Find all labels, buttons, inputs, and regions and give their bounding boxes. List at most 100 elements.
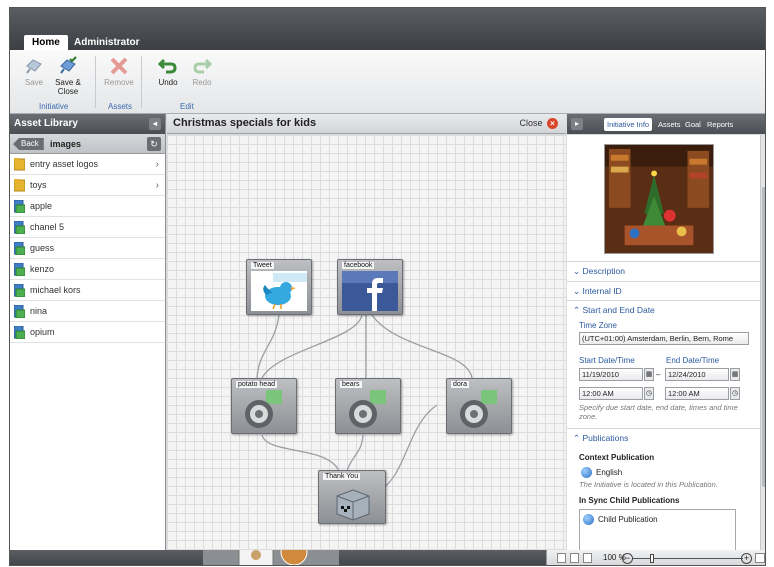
fullscreen-icon[interactable] — [755, 553, 765, 563]
time-zone-select[interactable]: (UTC+01:00) Amsterdam, Berlin, Bern, Rom… — [579, 332, 749, 345]
undo-button[interactable]: Undo — [152, 56, 184, 87]
asset-icon — [14, 305, 25, 318]
asset-icon — [14, 284, 25, 297]
item-label: toys — [30, 180, 47, 190]
child-publications-list[interactable]: Child Publication — [579, 509, 736, 550]
undo-label: Undo — [158, 78, 178, 87]
asset-list-item[interactable]: opium — [10, 322, 165, 343]
tab-administrator[interactable]: Administrator — [66, 35, 148, 51]
section-publications[interactable]: ⌃ Publications — [567, 428, 760, 446]
section-description[interactable]: ⌄ Description — [567, 261, 760, 279]
speaker-icon — [460, 390, 497, 428]
folder-navigation: Back images ↻ — [10, 134, 165, 154]
initiative-title: Christmas specials for kids — [173, 117, 317, 129]
clock-icon[interactable]: ◷ — [644, 387, 654, 400]
back-button[interactable]: Back — [13, 138, 44, 150]
main-tab-bar: Home Administrator — [10, 8, 765, 51]
child-publication-item[interactable]: Child Publication — [598, 515, 658, 524]
asset-list-item[interactable]: michael kors — [10, 280, 165, 301]
workflow-node-thank-you[interactable]: Thank You — [318, 470, 386, 524]
context-publication-label: Context Publication — [579, 453, 655, 462]
asset-library-panel: Asset Library ◂ Back images ↻ entry asse… — [10, 114, 166, 550]
tab-assets[interactable]: Assets — [655, 118, 684, 131]
remove-button[interactable]: Remove — [103, 56, 135, 87]
tab-reports[interactable]: Reports — [704, 118, 736, 131]
start-time-input[interactable]: 12:00 AM — [579, 387, 643, 400]
canvas-header: Christmas specials for kids Close × — [167, 114, 566, 134]
folder-icon — [14, 179, 25, 192]
chevron-right-icon: › — [155, 159, 159, 170]
collapse-left-button[interactable]: ◂ — [149, 118, 161, 130]
asset-list-item[interactable]: nina — [10, 301, 165, 322]
asset-list-item[interactable]: chanel 5 — [10, 217, 165, 238]
context-publication-value: English — [596, 468, 623, 477]
item-label: michael kors — [30, 285, 81, 295]
collapse-right-button[interactable]: ▸ — [571, 118, 583, 130]
facebook-logo-icon — [342, 271, 398, 311]
folder-icon — [14, 158, 25, 171]
current-folder-label: images — [50, 139, 82, 149]
redo-icon — [193, 58, 212, 74]
calendar-icon[interactable]: ▦ — [730, 368, 740, 381]
save-close-icon — [60, 56, 77, 74]
speaker-icon — [349, 390, 386, 428]
save-button[interactable]: Save — [18, 56, 50, 87]
date-range-dash: – — [656, 370, 661, 379]
start-date-label: Start Date/Time — [579, 356, 635, 365]
twitter-bird-icon — [251, 271, 307, 311]
clock-icon[interactable]: ◷ — [730, 387, 740, 400]
refresh-icon[interactable]: ↻ — [147, 137, 161, 151]
folder-list-item[interactable]: toys › — [10, 175, 165, 196]
node-label: Tweet — [251, 262, 274, 269]
workflow-node-potato-head[interactable]: potato head — [231, 378, 297, 434]
tab-initiative-info[interactable]: Initiative Info — [604, 118, 653, 131]
ribbon-toolbar: Save Save & Close Remove Undo Redo Initi… — [10, 50, 765, 114]
section-internal-id[interactable]: ⌄ Internal ID — [567, 281, 760, 299]
zoom-out-icon[interactable]: − — [622, 553, 633, 564]
workflow-canvas[interactable]: Tweet facebook potato head bears dora Th… — [167, 135, 566, 550]
in-sync-label: In Sync Child Publications — [579, 496, 680, 505]
fit-view-icon[interactable] — [583, 553, 592, 563]
properties-scrollbar[interactable] — [760, 135, 765, 550]
list-view-icon[interactable] — [570, 553, 579, 563]
workflow-node-bears[interactable]: bears — [335, 378, 401, 434]
asset-icon — [14, 263, 25, 276]
section-internal-id-label: Internal ID — [582, 286, 622, 296]
asset-list-item[interactable]: guess — [10, 238, 165, 259]
workflow-node-tweet[interactable]: Tweet — [246, 259, 312, 315]
tab-home[interactable]: Home — [24, 35, 68, 51]
node-label: dora — [451, 381, 470, 388]
save-close-label: Save & Close — [55, 78, 81, 96]
end-time-input[interactable]: 12:00 AM — [665, 387, 729, 400]
asset-list-item[interactable]: apple — [10, 196, 165, 217]
end-date-input[interactable]: 12/24/2010 — [665, 368, 729, 381]
start-date-value: 11/19/2010 — [582, 370, 619, 379]
thumbnail-strip[interactable] — [203, 538, 339, 565]
save-close-button[interactable]: Save & Close — [52, 56, 84, 96]
redo-button[interactable]: Redo — [186, 56, 218, 87]
asset-icon — [14, 326, 25, 339]
item-label: guess — [30, 243, 55, 253]
workflow-node-dora[interactable]: dora — [446, 378, 512, 434]
remove-x-icon — [110, 57, 128, 75]
scrollbar-thumb[interactable] — [762, 187, 765, 487]
group-initiative-label: Initiative — [39, 102, 69, 111]
workflow-node-facebook[interactable]: facebook — [337, 259, 403, 315]
start-date-input[interactable]: 11/19/2010 — [579, 368, 643, 381]
asset-library-header: Asset Library ◂ — [10, 114, 165, 134]
end-date-value: 12/24/2010 — [668, 370, 706, 379]
section-publications-label: Publications — [582, 433, 629, 443]
calendar-icon[interactable]: ▦ — [644, 368, 654, 381]
item-label: entry asset logos — [30, 159, 99, 169]
section-start-end-date[interactable]: ⌃ Start and End Date — [567, 300, 760, 318]
properties-header: ▸ Initiative Info Assets Goal Reports — [567, 114, 765, 134]
close-button[interactable]: Close × — [519, 118, 558, 129]
zoom-in-icon[interactable]: + — [741, 553, 752, 564]
tab-goal[interactable]: Goal — [682, 118, 704, 131]
zoom-slider-knob[interactable] — [650, 554, 654, 563]
folder-list-item[interactable]: entry asset logos › — [10, 154, 165, 175]
asset-list-item[interactable]: kenzo — [10, 259, 165, 280]
start-time-value: 12:00 AM — [582, 389, 614, 398]
grid-view-icon[interactable] — [557, 553, 566, 563]
globe-icon — [581, 467, 592, 478]
